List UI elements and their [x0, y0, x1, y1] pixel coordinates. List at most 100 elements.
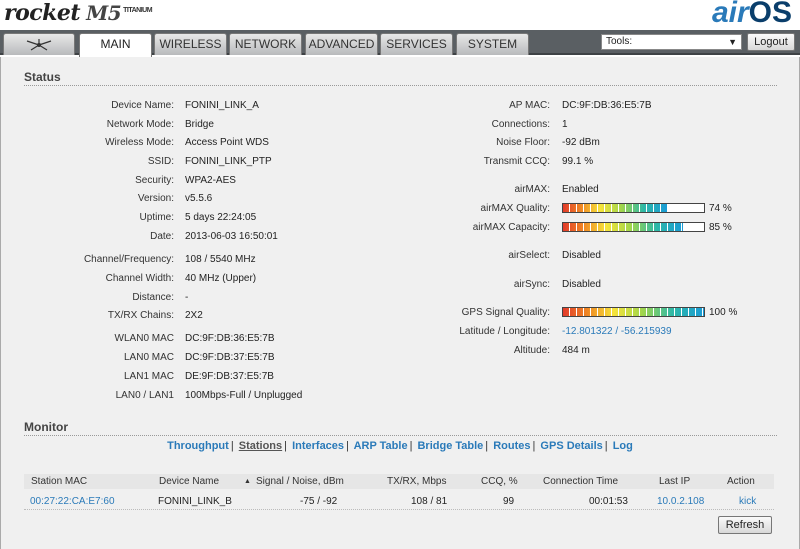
channel-width-label: Channel Width: — [105, 273, 174, 284]
monitor-link-routes[interactable]: Routes — [493, 440, 530, 452]
col-station-mac[interactable]: Station MAC — [31, 476, 87, 487]
product-edition: TITANIUM — [123, 7, 153, 14]
airmax-label: airMAX: — [514, 184, 550, 195]
airmax-value: Enabled — [562, 184, 599, 195]
version-label: Version: — [137, 193, 174, 204]
date-value: 2013-06-03 16:50:01 — [185, 231, 278, 242]
airmax-quality-percent: 74 % — [709, 203, 732, 214]
monitor-divider — [24, 435, 777, 436]
col-action: Action — [727, 476, 755, 487]
row-divider — [24, 509, 774, 510]
airmax-quality-bar — [562, 203, 705, 213]
device-name-label: Device Name: — [111, 100, 174, 111]
ssid-value: FONINI_LINK_PTP — [185, 156, 272, 167]
airselect-label: airSelect: — [508, 250, 550, 261]
airos-logo-air: air — [711, 0, 749, 29]
rocket-logo: rocket M5 TITANIUM — [4, 0, 153, 26]
sort-ascending-icon: ▲ — [244, 478, 251, 485]
altitude-label: Altitude: — [513, 345, 550, 356]
altitude-value: 484 m — [562, 345, 590, 356]
station-signal-noise: -75 / -92 — [300, 496, 338, 507]
lan0-lan1-value: 100Mbps-Full / Unplugged — [185, 390, 303, 401]
ap-mac-value: DC:9F:DB:36:E5:7B — [562, 100, 652, 111]
monitor-links: Throughput | Stations | Interfaces | ARP Ta… — [167, 440, 633, 452]
col-device-name[interactable]: Device Name — [159, 476, 219, 487]
status-title: Status — [24, 70, 61, 84]
monitor-link-throughput[interactable]: Throughput — [167, 440, 229, 452]
tab-system[interactable]: SYSTEM — [456, 33, 529, 55]
monitor-link-stations[interactable]: Stations — [239, 440, 282, 452]
col-connection-time[interactable]: Connection Time — [543, 476, 618, 487]
version-value: v5.5.6 — [185, 193, 213, 204]
refresh-button[interactable]: Refresh — [718, 516, 772, 534]
date-label: Date: — [150, 231, 174, 242]
gps-quality-percent: 100 % — [709, 307, 738, 318]
gps-quality-label: GPS Signal Quality: — [461, 307, 550, 318]
airmax-quality-bar-fill — [563, 204, 668, 212]
channel-frequency-value: 108 / 5540 MHz — [185, 254, 256, 265]
ssid-label: SSID: — [147, 156, 174, 167]
network-mode-label: Network Mode: — [106, 119, 174, 130]
airmax-quality-label: airMAX Quality: — [480, 203, 550, 214]
lan1-mac-value: DE:9F:DB:37:E5:7B — [185, 371, 274, 382]
monitor-title: Monitor — [24, 420, 68, 434]
tab-main[interactable]: MAIN — [79, 33, 152, 57]
transmit-ccq-label: Transmit CCQ: — [483, 156, 550, 167]
status-divider — [24, 85, 777, 86]
lat-long-link[interactable]: -12.801322 / -56.215939 — [562, 326, 672, 337]
device-name-value: FONINI_LINK_A — [185, 100, 259, 111]
logout-button[interactable]: Logout — [747, 33, 795, 51]
tab-advanced[interactable]: ADVANCED — [305, 33, 378, 55]
airselect-value: Disabled — [562, 250, 601, 261]
lan1-mac-label: LAN1 MAC — [123, 371, 174, 382]
station-device-name: FONINI_LINK_B — [158, 496, 232, 507]
kick-link[interactable]: kick — [739, 496, 756, 507]
monitor-link-bridge-table[interactable]: Bridge Table — [417, 440, 483, 452]
tab-network[interactable]: NETWORK — [229, 33, 302, 55]
airos-logo: airOS — [712, 0, 792, 30]
tx-rx-chains-value: 2X2 — [185, 310, 203, 321]
lan0-mac-label: LAN0 MAC — [123, 352, 174, 363]
station-connection-time: 00:01:53 — [589, 496, 628, 507]
distance-value: - — [185, 292, 189, 303]
tools-selected: Tools: — [606, 36, 633, 47]
airmax-capacity-bar-fill — [563, 223, 683, 231]
col-tx-rx[interactable]: TX/RX, Mbps — [387, 476, 446, 487]
col-last-ip[interactable]: Last IP — [659, 476, 690, 487]
tab-ubnt-logo[interactable] — [3, 33, 75, 55]
top-header: rocket M5 TITANIUM airOS — [0, 0, 800, 30]
station-tx-rx: 108 / 81 — [411, 496, 448, 507]
connections-value: 1 — [562, 119, 568, 130]
security-value: WPA2-AES — [185, 175, 236, 186]
airmax-capacity-percent: 85 % — [709, 222, 732, 233]
channel-width-value: 40 MHz (Upper) — [185, 273, 257, 284]
noise-floor-label: Noise Floor: — [496, 137, 550, 148]
lan0-mac-value: DC:9F:DB:37:E5:7B — [185, 352, 275, 363]
station-mac-link[interactable]: 00:27:22:CA:E7:60 — [30, 496, 115, 507]
channel-frequency-label: Channel/Frequency: — [83, 254, 174, 265]
noise-floor-value: -92 dBm — [562, 137, 600, 148]
monitor-link-gps-details[interactable]: GPS Details — [540, 440, 602, 452]
tools-dropdown[interactable]: Tools: ▼ — [601, 34, 742, 50]
airmax-capacity-bar — [562, 222, 705, 232]
product-model: M5 — [86, 1, 122, 25]
monitor-link-log[interactable]: Log — [613, 440, 633, 452]
airmax-capacity-label: airMAX Capacity: — [472, 222, 550, 233]
tx-rx-chains-label: TX/RX Chains: — [107, 310, 174, 321]
station-last-ip-link[interactable]: 10.0.2.108 — [657, 496, 704, 507]
tab-services[interactable]: SERVICES — [380, 33, 453, 55]
monitor-link-interfaces[interactable]: Interfaces — [292, 440, 344, 452]
monitor-link-arp-table[interactable]: ARP Table — [354, 440, 408, 452]
airsync-label: airSync: — [513, 279, 550, 290]
tab-wireless[interactable]: WIRELESS — [154, 33, 227, 55]
lan0-lan1-label: LAN0 / LAN1 — [115, 390, 174, 401]
network-mode-value: Bridge — [185, 119, 214, 130]
distance-label: Distance: — [132, 292, 174, 303]
station-ccq: 99 — [503, 496, 515, 507]
security-label: Security: — [135, 175, 174, 186]
transmit-ccq-value: 99.1 % — [562, 156, 594, 167]
dropdown-arrow-icon: ▼ — [728, 37, 737, 47]
wireless-mode-label: Wireless Mode: — [105, 137, 174, 148]
col-ccq[interactable]: CCQ, % — [481, 476, 518, 487]
col-signal-noise[interactable]: Signal / Noise, dBm — [256, 476, 344, 487]
